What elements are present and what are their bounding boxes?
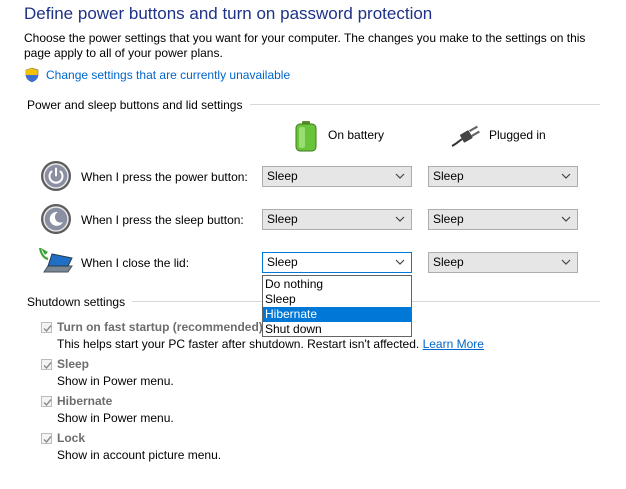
chevron-down-icon	[561, 216, 571, 222]
option-sleep[interactable]: Sleep	[263, 292, 411, 307]
sleep-label: Sleep	[57, 357, 90, 371]
battery-icon	[293, 120, 319, 152]
hibernate-checkbox[interactable]	[41, 396, 52, 407]
lock-checkbox[interactable]	[41, 433, 52, 444]
column-on-battery: On battery	[328, 128, 385, 142]
hibernate-label: Hibernate	[57, 394, 113, 408]
lock-desc: Show in account picture menu.	[57, 448, 222, 462]
chevron-down-icon	[561, 259, 571, 265]
fast-startup-desc: This helps start your PC faster after sh…	[57, 337, 484, 351]
chevron-down-icon	[561, 173, 571, 179]
close-lid-battery-dropdown[interactable]: Sleep	[262, 252, 412, 273]
fast-startup-checkbox[interactable]	[41, 322, 52, 333]
sleep-button-plugged-dropdown[interactable]: Sleep	[428, 209, 578, 230]
sleep-button-label: When I press the sleep button:	[81, 213, 244, 227]
lock-label: Lock	[57, 431, 86, 445]
power-button-label: When I press the power button:	[81, 170, 248, 184]
dropdown-value: Sleep	[267, 212, 298, 226]
dropdown-value: Sleep	[267, 169, 298, 183]
chevron-down-icon	[395, 216, 405, 222]
fast-startup-desc-text: This helps start your PC faster after sh…	[57, 337, 420, 351]
power-button-battery-dropdown[interactable]: Sleep	[262, 166, 412, 187]
lid-action-dropdown-list: Do nothing Sleep Hibernate Shut down	[262, 275, 412, 337]
column-plugged-in: Plugged in	[489, 128, 546, 142]
close-lid-label: When I close the lid:	[81, 256, 190, 270]
fast-startup-label: Turn on fast startup (recommended)	[57, 320, 263, 334]
option-shut-down[interactable]: Shut down	[263, 322, 411, 337]
checkmark-icon	[43, 325, 52, 333]
learn-more-link[interactable]: Learn More	[423, 337, 484, 351]
close-lid-plugged-dropdown[interactable]: Sleep	[428, 252, 578, 273]
checkmark-icon	[43, 436, 52, 444]
change-settings-link[interactable]: Change settings that are currently unava…	[46, 68, 290, 82]
power-plug-icon	[450, 124, 484, 148]
sleep-checkbox[interactable]	[41, 359, 52, 370]
uac-shield-icon	[24, 67, 40, 83]
power-section-heading: Power and sleep buttons and lid settings	[27, 98, 243, 112]
page-intro: Choose the power settings that you want …	[24, 31, 586, 60]
power-button-plugged-dropdown[interactable]: Sleep	[428, 166, 578, 187]
section-divider	[250, 104, 600, 105]
dropdown-value: Sleep	[433, 255, 464, 269]
power-button-icon	[40, 160, 72, 192]
sleep-button-icon	[40, 203, 72, 235]
sleep-desc: Show in Power menu.	[57, 374, 174, 388]
sleep-button-battery-dropdown[interactable]: Sleep	[262, 209, 412, 230]
option-hibernate[interactable]: Hibernate	[263, 307, 411, 322]
section-divider	[132, 301, 262, 302]
dropdown-value: Sleep	[267, 255, 298, 269]
shutdown-section-heading: Shutdown settings	[27, 295, 126, 309]
checkmark-icon	[43, 362, 52, 370]
section-divider	[412, 301, 600, 302]
hibernate-desc: Show in Power menu.	[57, 411, 174, 425]
dropdown-value: Sleep	[433, 169, 464, 183]
chevron-down-icon	[395, 259, 405, 265]
dropdown-value: Sleep	[433, 212, 464, 226]
laptop-lid-icon	[38, 246, 74, 278]
chevron-down-icon	[395, 173, 405, 179]
page-title: Define power buttons and turn on passwor…	[24, 4, 433, 23]
checkmark-icon	[43, 399, 52, 407]
option-do-nothing[interactable]: Do nothing	[263, 277, 411, 292]
